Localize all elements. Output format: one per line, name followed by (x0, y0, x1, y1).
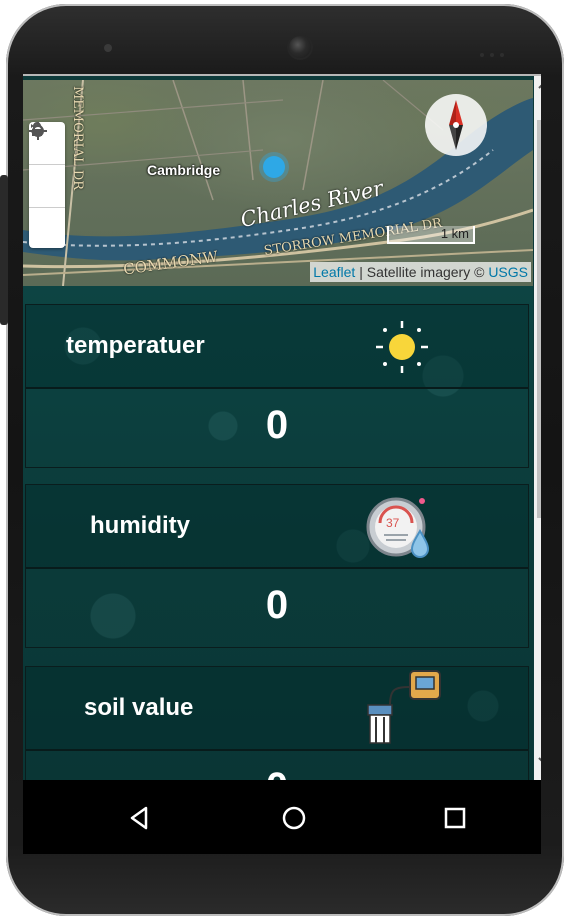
svg-text:37: 37 (386, 516, 400, 530)
humidity-gauge-icon: 37 (362, 487, 442, 572)
temperature-card: temperatuer 0 (25, 304, 529, 468)
map-attribution: Leaflet | Satellite imagery © USGS (310, 262, 531, 282)
back-triangle-icon[interactable] (119, 798, 159, 838)
card-title: humidity (90, 512, 190, 539)
scroll-down-icon[interactable] (534, 752, 541, 772)
app-screen: Cambridge Charles River STORROW MEMORIAL… (23, 74, 541, 782)
phone-side-button (0, 175, 8, 325)
phone-speaker-dot (104, 44, 112, 52)
reset-icon[interactable] (29, 124, 65, 250)
leaflet-link[interactable]: Leaflet (313, 264, 355, 280)
locate-icon[interactable] (29, 122, 65, 208)
phone-sensors (480, 44, 510, 57)
attribution-text: | Satellite imagery © (355, 264, 489, 280)
scroll-up-icon[interactable] (534, 78, 541, 98)
card-title: temperatuer (66, 332, 205, 359)
soil-value-card: soil value 0 (25, 666, 529, 782)
card-value: 0 (265, 403, 289, 447)
card-value: 0 (265, 583, 289, 627)
usgs-link[interactable]: USGS (488, 264, 528, 280)
scrollbar-thumb[interactable] (537, 120, 541, 518)
location-marker-icon[interactable] (263, 156, 285, 178)
map-city-label: Cambridge (147, 162, 221, 178)
sun-icon (374, 319, 430, 380)
card-header: humidity 37 (26, 485, 528, 569)
satellite-map[interactable]: Cambridge Charles River STORROW MEMORIAL… (23, 80, 533, 286)
card-title: soil value (84, 694, 194, 721)
phone-front-camera (289, 36, 311, 58)
humidity-card: humidity 37 0 (25, 484, 529, 648)
home-circle-icon[interactable] (274, 798, 314, 838)
card-header: temperatuer (26, 305, 528, 389)
map-scale-bar: 1 km (387, 226, 475, 244)
compass-icon[interactable] (425, 94, 487, 156)
map-control-panel (29, 122, 65, 248)
recents-square-icon[interactable] (435, 798, 475, 838)
soil-sensor-icon (360, 669, 446, 752)
android-nav-bar (23, 780, 541, 854)
phone-bottom-bezel (6, 854, 564, 916)
map-road-label: MEMORIAL DR (70, 86, 85, 191)
card-header: soil value (26, 667, 528, 751)
scroll-content: Cambridge Charles River STORROW MEMORIAL… (23, 76, 533, 782)
